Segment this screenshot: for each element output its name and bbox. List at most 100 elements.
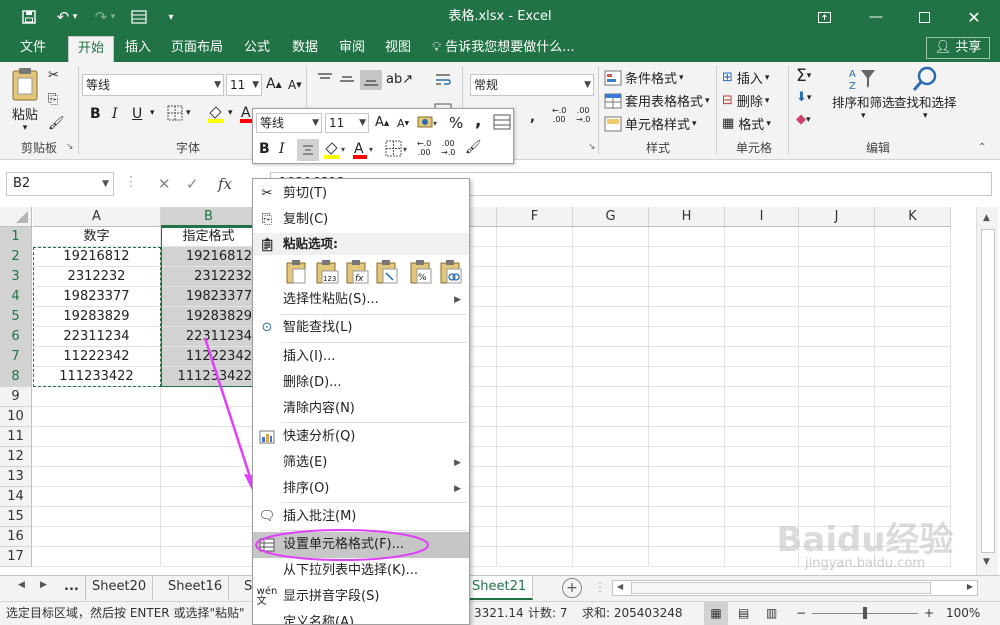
grid-cell[interactable]: [649, 287, 725, 307]
grid-cell[interactable]: [649, 327, 725, 347]
fill-icon[interactable]: ⬇︎ ▾: [796, 90, 811, 105]
save-icon[interactable]: [16, 0, 42, 34]
paste-formulas-icon[interactable]: fx: [345, 259, 369, 285]
underline-button[interactable]: U: [132, 106, 142, 122]
tab-page-layout[interactable]: 页面布局: [164, 36, 230, 62]
grid-cell[interactable]: [875, 467, 951, 487]
mini-decrease-decimal-icon[interactable]: .00 →.0: [441, 139, 455, 157]
grid-cell[interactable]: [799, 307, 875, 327]
grid-cell[interactable]: [799, 467, 875, 487]
grid-cell[interactable]: [573, 387, 649, 407]
ribbon-display-icon[interactable]: [800, 0, 848, 34]
zoom-in-icon[interactable]: +: [924, 602, 934, 625]
cell-a7[interactable]: 11222342: [33, 347, 161, 367]
cell-b3[interactable]: 2312232: [161, 267, 257, 287]
menu-item-define-name[interactable]: 定义名称(A)...: [253, 610, 469, 624]
grid-cell[interactable]: [161, 407, 257, 427]
grid-cell[interactable]: [875, 327, 951, 347]
wrap-text-icon[interactable]: [434, 72, 452, 88]
grid-cell[interactable]: [649, 467, 725, 487]
cell-a4[interactable]: 19823377: [33, 287, 161, 307]
menu-item-filter[interactable]: 筛选(E) ▶: [253, 450, 469, 476]
menu-item-cut[interactable]: ✂ 剪切(T): [253, 181, 469, 207]
grid-cell[interactable]: [161, 487, 257, 507]
scroll-down-icon[interactable]: ▼: [983, 557, 990, 567]
grid-cell[interactable]: [497, 307, 573, 327]
comma-style-icon[interactable]: ,: [530, 110, 535, 125]
autosum-icon[interactable]: Σ ▾: [796, 66, 811, 86]
sheet-tab-more[interactable]: ...: [58, 576, 86, 600]
grid-cell[interactable]: [725, 527, 799, 547]
grid-cell[interactable]: [725, 507, 799, 527]
column-header-j[interactable]: J: [799, 207, 875, 227]
minimize-icon[interactable]: —: [852, 0, 900, 34]
tab-data[interactable]: 数据: [284, 36, 326, 62]
tab-splitter-icon[interactable]: ⋮: [594, 580, 606, 594]
enter-icon[interactable]: ✓: [186, 175, 218, 193]
grid-cell[interactable]: [573, 447, 649, 467]
grid-cell[interactable]: [573, 247, 649, 267]
delete-cells-button[interactable]: ⊟ 删除 ▾: [722, 91, 769, 110]
mini-borders-icon[interactable]: ▾: [385, 140, 411, 158]
grid-cell[interactable]: [875, 287, 951, 307]
menu-item-paste-special[interactable]: 选择性粘贴(S)... ▶: [253, 287, 469, 313]
grid-cell[interactable]: [799, 507, 875, 527]
share-button[interactable]: 👤︎ 共享: [926, 37, 990, 59]
menu-item-delete[interactable]: 删除(D)...: [253, 370, 469, 396]
grid-cell[interactable]: [33, 547, 161, 567]
mini-percent-icon[interactable]: %: [449, 114, 463, 132]
font-name-combo[interactable]: 等线 ▼: [82, 74, 224, 96]
grid-cell[interactable]: [799, 267, 875, 287]
column-header-k[interactable]: K: [875, 207, 951, 227]
grid-cell[interactable]: [573, 427, 649, 447]
grid-cell[interactable]: [875, 547, 951, 567]
fill-color-icon[interactable]: [206, 104, 226, 124]
sheet-tab-sheet20[interactable]: Sheet20: [86, 576, 154, 600]
number-format-combo[interactable]: 常规 ▼: [470, 74, 594, 96]
clear-icon[interactable]: ◆ ▾: [796, 112, 811, 127]
zoom-level[interactable]: 100%: [946, 602, 980, 625]
italic-button[interactable]: I: [112, 106, 118, 122]
grid-cell[interactable]: [725, 447, 799, 467]
grid-cell[interactable]: [497, 487, 573, 507]
grid-cell[interactable]: [799, 487, 875, 507]
grid-cell[interactable]: [497, 267, 573, 287]
mini-font-size[interactable]: 11 ▼: [325, 113, 369, 133]
grid-cell[interactable]: [725, 387, 799, 407]
grid-cell[interactable]: [33, 447, 161, 467]
cell-styles-button[interactable]: 单元格样式 ▾: [604, 114, 697, 133]
scroll-left-icon[interactable]: ◀: [617, 582, 623, 591]
grid-cell[interactable]: [649, 487, 725, 507]
grid-cell[interactable]: [875, 307, 951, 327]
grow-font-icon[interactable]: A ▲: [266, 76, 282, 92]
column-header-f[interactable]: F: [497, 207, 573, 227]
column-header-h[interactable]: H: [649, 207, 725, 227]
row-header-17[interactable]: 17: [0, 547, 32, 567]
insert-cells-button[interactable]: ⊞ 插入 ▾: [722, 68, 769, 87]
sheet-tab-sheet21[interactable]: Sheet21: [466, 576, 534, 600]
grid-cell[interactable]: [649, 547, 725, 567]
grid-cell[interactable]: [161, 547, 257, 567]
align-bottom-icon[interactable]: [360, 70, 382, 90]
row-header-11[interactable]: 11: [0, 427, 32, 447]
grid-cell[interactable]: [649, 367, 725, 387]
shrink-font-icon[interactable]: A ▼: [288, 78, 302, 92]
cell-a5[interactable]: 19283829: [33, 307, 161, 327]
menu-item-sort[interactable]: 排序(O) ▶: [253, 476, 469, 502]
column-header-i[interactable]: I: [725, 207, 799, 227]
grid-cell[interactable]: [875, 447, 951, 467]
format-as-table-button[interactable]: 套用表格格式 ▾: [604, 91, 710, 110]
row-header-16[interactable]: 16: [0, 527, 32, 547]
mini-accounting-icon[interactable]: ▾: [417, 114, 441, 132]
column-header-b[interactable]: B: [161, 207, 257, 227]
menu-item-insert[interactable]: 插入(I)...: [253, 344, 469, 370]
grid-cell[interactable]: [875, 527, 951, 547]
tab-file[interactable]: 文件: [8, 36, 58, 62]
menu-item-clear-contents[interactable]: 清除内容(N): [253, 396, 469, 422]
prev-sheet-icon[interactable]: ◀: [18, 580, 25, 590]
grid-cell[interactable]: [725, 427, 799, 447]
insert-function-icon[interactable]: fx: [218, 175, 232, 193]
grid-cell[interactable]: [725, 247, 799, 267]
row-header-14[interactable]: 14: [0, 487, 32, 507]
grid-cell[interactable]: [497, 347, 573, 367]
